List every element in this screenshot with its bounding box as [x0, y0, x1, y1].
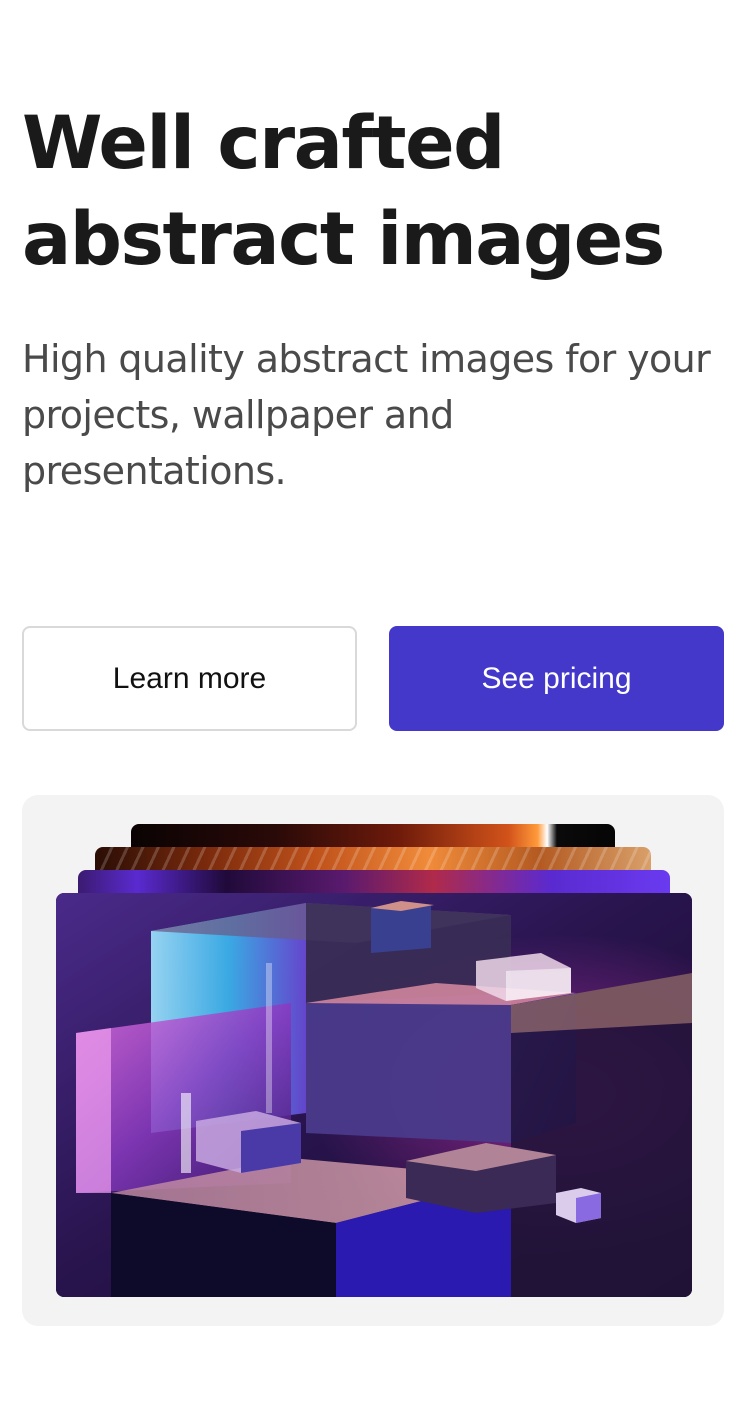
- abstract-cubes-image: [56, 893, 692, 1297]
- hero-title-line: Well crafted: [22, 101, 505, 186]
- see-pricing-button[interactable]: See pricing: [389, 626, 724, 731]
- hero-title-line: abstract images: [22, 197, 665, 282]
- hero-title: Well crafted abstract images: [22, 96, 722, 288]
- learn-more-button[interactable]: Learn more: [22, 626, 357, 731]
- image-showcase: [22, 795, 724, 1326]
- hero-subtitle-line: presentations.: [22, 449, 287, 493]
- hero-subtitle-line: projects, wallpaper and: [22, 393, 454, 437]
- landing-page: Well crafted abstract images High qualit…: [0, 0, 748, 1426]
- hero-subtitle: High quality abstract images for your pr…: [22, 331, 728, 499]
- hero-subtitle-line: High quality abstract images for your: [22, 337, 711, 381]
- abstract-cubes-artwork: [56, 893, 692, 1297]
